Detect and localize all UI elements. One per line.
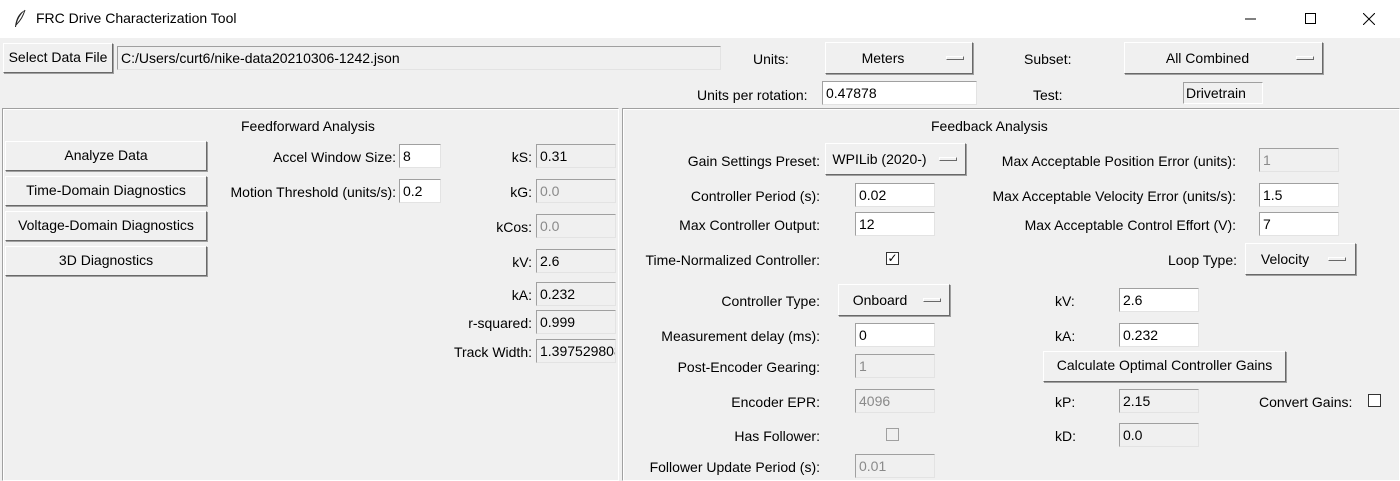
close-icon — [1363, 13, 1375, 25]
ks-value: 0.31 — [536, 144, 616, 168]
motion-threshold-input[interactable]: 0.2 — [399, 179, 441, 203]
ff-ka-label: kA: — [511, 287, 532, 303]
subset-dropdown[interactable]: All Combined — [1124, 42, 1323, 74]
kd-label: kD: — [1055, 428, 1076, 444]
max-velocity-error-label: Max Acceptable Velocity Error (units/s): — [992, 188, 1236, 204]
convert-gains-label: Convert Gains: — [1259, 394, 1353, 410]
minimize-icon — [1245, 18, 1256, 20]
units-dropdown-value: Meters — [861, 50, 905, 66]
r-squared-value: 0.999 — [536, 310, 616, 334]
has-follower-checkbox[interactable] — [886, 428, 899, 441]
controller-type-label: Controller Type: — [721, 293, 820, 309]
controller-period-input[interactable]: 0.02 — [855, 183, 935, 207]
kcos-value: 0.0 — [536, 214, 616, 238]
track-width-value: 1.397529808 — [536, 339, 616, 363]
kcos-label: kCos: — [496, 219, 532, 235]
test-value: Drivetrain — [1183, 82, 1263, 104]
minimize-button[interactable] — [1228, 0, 1274, 38]
gain-preset-label: Gain Settings Preset: — [687, 153, 820, 169]
kp-label: kP: — [1055, 394, 1076, 410]
test-label: Test: — [1033, 87, 1063, 103]
voltage-domain-diagnostics-button[interactable]: Voltage-Domain Diagnostics — [5, 211, 207, 241]
time-domain-diagnostics-button[interactable]: Time-Domain Diagnostics — [5, 176, 207, 206]
analyze-data-button[interactable]: Analyze Data — [5, 141, 207, 171]
follower-period-label: Follower Update Period (s): — [649, 459, 820, 475]
ff-kv-value: 2.6 — [536, 249, 616, 273]
gain-preset-value: WPILib (2020-) — [832, 151, 927, 167]
max-output-input[interactable]: 12 — [855, 212, 935, 236]
controller-period-label: Controller Period (s): — [690, 188, 820, 204]
measurement-delay-input[interactable]: 0 — [855, 323, 935, 347]
has-follower-label: Has Follower: — [734, 428, 820, 444]
feather-icon — [15, 9, 26, 27]
dropdown-indicator-icon — [946, 56, 964, 60]
max-velocity-error-input[interactable]: 1.5 — [1259, 183, 1339, 207]
time-normalized-label: Time-Normalized Controller: — [645, 252, 820, 268]
ff-kv-label: kV: — [512, 254, 532, 270]
units-per-rotation-input[interactable]: 0.47878 — [822, 81, 977, 105]
feedback-title: Feedback Analysis — [931, 118, 1048, 134]
window-title: FRC Drive Characterization Tool — [36, 10, 237, 26]
encoder-epr-label: Encoder EPR: — [731, 394, 820, 410]
kd-value: 0.0 — [1119, 423, 1199, 447]
feedforward-title: Feedforward Analysis — [241, 118, 375, 134]
kp-value: 2.15 — [1119, 389, 1199, 413]
dropdown-indicator-icon — [939, 157, 957, 161]
convert-gains-checkbox[interactable] — [1368, 394, 1381, 407]
subset-dropdown-value: All Combined — [1165, 50, 1250, 66]
follower-period-input[interactable]: 0.01 — [855, 454, 935, 478]
max-control-effort-input[interactable]: 7 — [1259, 212, 1339, 236]
encoder-epr-input[interactable]: 4096 — [855, 389, 935, 413]
gain-preset-dropdown[interactable]: WPILib (2020-) — [825, 143, 966, 175]
fb-kv-input[interactable]: 2.6 — [1119, 288, 1199, 312]
kg-label: kG: — [510, 184, 532, 200]
max-control-effort-label: Max Acceptable Control Effort (V): — [1024, 217, 1236, 233]
controller-type-value: Onboard — [852, 292, 908, 308]
select-data-file-button[interactable]: Select Data File — [3, 43, 113, 73]
measurement-delay-label: Measurement delay (ms): — [661, 328, 820, 344]
track-width-label: Track Width: — [453, 344, 532, 360]
ff-ka-value: 0.232 — [536, 282, 616, 306]
subset-label: Subset: — [1024, 51, 1072, 67]
loop-type-label: Loop Type: — [1167, 252, 1237, 268]
ks-label: kS: — [511, 149, 532, 165]
dropdown-indicator-icon — [1296, 56, 1314, 60]
dropdown-indicator-icon — [923, 298, 941, 302]
maximize-icon — [1305, 13, 1316, 24]
accel-window-input[interactable]: 8 — [399, 144, 441, 168]
post-encoder-label: Post-Encoder Gearing: — [677, 359, 820, 375]
units-label: Units: — [753, 51, 789, 67]
units-dropdown[interactable]: Meters — [825, 42, 973, 74]
post-encoder-input[interactable]: 1 — [855, 354, 935, 378]
loop-type-value: Velocity — [1260, 251, 1310, 267]
dropdown-indicator-icon — [1328, 257, 1346, 261]
controller-type-dropdown[interactable]: Onboard — [838, 284, 950, 316]
r-squared-label: r-squared: — [468, 315, 532, 331]
fb-ka-input[interactable]: 0.232 — [1119, 323, 1199, 347]
3d-diagnostics-button[interactable]: 3D Diagnostics — [5, 246, 207, 276]
max-position-error-input[interactable]: 1 — [1259, 148, 1339, 172]
accel-window-label: Accel Window Size: — [273, 149, 396, 165]
loop-type-dropdown[interactable]: Velocity — [1245, 243, 1356, 275]
motion-threshold-label: Motion Threshold (units/s): — [230, 184, 396, 200]
close-button[interactable] — [1346, 0, 1392, 38]
kg-value: 0.0 — [536, 179, 616, 203]
maximize-button[interactable] — [1288, 0, 1334, 38]
max-position-error-label: Max Acceptable Position Error (units): — [1001, 153, 1236, 169]
time-normalized-checkbox[interactable]: ✓ — [886, 252, 899, 265]
file-path-field[interactable]: C:/Users/curt6/nike-data20210306-1242.js… — [117, 46, 721, 70]
max-output-label: Max Controller Output: — [679, 217, 820, 233]
calculate-gains-button[interactable]: Calculate Optimal Controller Gains — [1043, 351, 1286, 382]
fb-kv-label: kV: — [1055, 293, 1075, 309]
fb-ka-label: kA: — [1055, 328, 1076, 344]
units-per-rotation-label: Units per rotation: — [697, 87, 808, 103]
